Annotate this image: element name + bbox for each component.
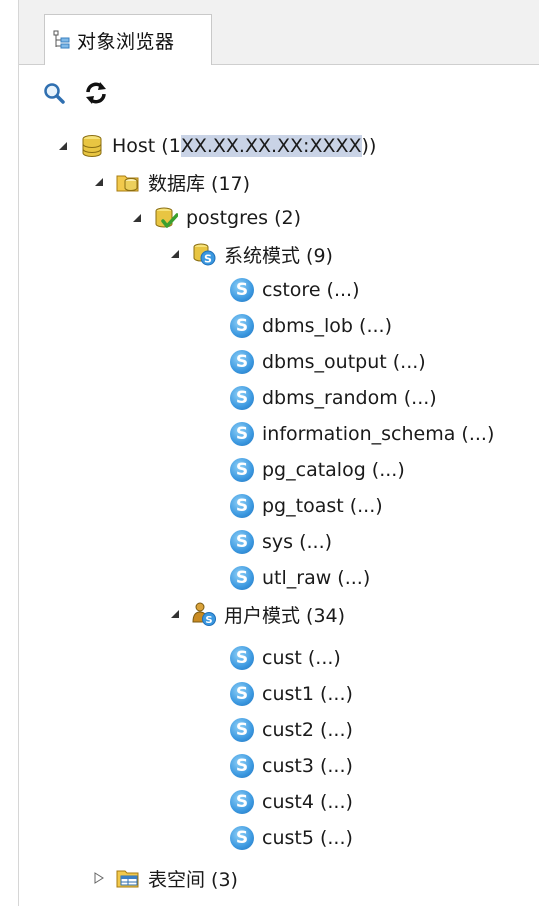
svg-text:S: S — [204, 253, 212, 266]
schema-icon: S — [230, 350, 254, 374]
schema-item[interactable]: S cust5 (...) — [230, 822, 353, 854]
tree-node-system-schemas[interactable]: S 系统模式 (9) — [168, 238, 333, 270]
schema-icon: S — [230, 646, 254, 670]
tab-strip: 对象浏览器 — [19, 0, 539, 65]
schema-label: cust2 (...) — [262, 719, 353, 741]
tree-node-user-schemas[interactable]: S 用户模式 (34) — [168, 598, 345, 630]
server-database-icon — [80, 134, 104, 158]
search-icon — [42, 81, 66, 109]
tree-node-tablespaces[interactable]: 表空间 (3) — [92, 862, 238, 894]
search-button[interactable] — [40, 81, 68, 109]
user-schema-icon: S — [192, 602, 216, 626]
user-schemas-label: 用户模式 (34) — [224, 604, 346, 627]
schema-label: cust5 (...) — [262, 827, 353, 849]
schema-label: cust (...) — [262, 647, 341, 669]
database-folder-icon — [116, 170, 140, 194]
system-schema-icon: S — [192, 242, 216, 266]
schema-item[interactable]: S dbms_random (...) — [230, 382, 437, 414]
schema-icon: S — [230, 458, 254, 482]
tree-view-icon — [53, 30, 71, 50]
schema-icon: S — [230, 278, 254, 302]
schema-label: utl_raw (...) — [262, 567, 371, 589]
toolbar — [40, 80, 124, 110]
schema-item[interactable]: S cust4 (...) — [230, 786, 353, 818]
schema-icon: S — [230, 314, 254, 338]
tree-node-postgres[interactable]: postgres (2) — [130, 202, 301, 234]
database-connected-icon — [154, 206, 178, 230]
schema-icon: S — [230, 826, 254, 850]
tablespaces-label: 表空间 (3) — [148, 868, 238, 891]
schema-label: dbms_random (...) — [262, 387, 437, 409]
schema-label: cust1 (...) — [262, 683, 353, 705]
schema-label: pg_catalog (...) — [262, 459, 405, 481]
schema-label: sys (...) — [262, 531, 333, 553]
schema-item[interactable]: S utl_raw (...) — [230, 562, 370, 594]
schema-item[interactable]: S cust (...) — [230, 642, 341, 674]
host-label-prefix: Host (1 — [112, 135, 181, 157]
host-address-masked: XX.XX.XX.XX:XXXX — [180, 135, 362, 157]
postgres-label: postgres (2) — [186, 207, 302, 229]
tab-object-browser[interactable]: 对象浏览器 — [44, 14, 212, 65]
schema-item[interactable]: S pg_toast (...) — [230, 490, 383, 522]
collapse-icon[interactable] — [92, 175, 106, 189]
schema-icon: S — [230, 530, 254, 554]
tab-label: 对象浏览器 — [77, 30, 175, 53]
collapse-icon[interactable] — [130, 211, 144, 225]
schema-item[interactable]: S pg_catalog (...) — [230, 454, 405, 486]
tree-node-databases[interactable]: 数据库 (17) — [92, 166, 250, 198]
collapse-icon[interactable] — [56, 139, 70, 153]
schema-icon: S — [230, 754, 254, 778]
system-schemas-label: 系统模式 (9) — [224, 244, 333, 267]
schema-item[interactable]: S information_schema (...) — [230, 418, 494, 450]
refresh-icon — [83, 80, 109, 110]
schema-item[interactable]: S cust1 (...) — [230, 678, 353, 710]
tree-node-host[interactable]: Host (1XX.XX.XX.XX:XXXX)) — [56, 130, 376, 162]
svg-text:S: S — [205, 615, 212, 626]
schema-label: cust3 (...) — [262, 755, 353, 777]
schema-icon: S — [230, 422, 254, 446]
schema-icon: S — [230, 790, 254, 814]
schema-label: cstore (...) — [262, 279, 360, 301]
expand-icon[interactable] — [92, 871, 106, 885]
schema-item[interactable]: S cust2 (...) — [230, 714, 353, 746]
schema-label: pg_toast (...) — [262, 495, 383, 517]
schema-icon: S — [230, 718, 254, 742]
schema-item[interactable]: S dbms_lob (...) — [230, 310, 392, 342]
schema-icon: S — [230, 566, 254, 590]
databases-label: 数据库 (17) — [148, 172, 251, 195]
schema-label: cust4 (...) — [262, 791, 353, 813]
schema-item[interactable]: S cstore (...) — [230, 274, 360, 306]
tablespace-folder-icon — [116, 866, 140, 890]
schema-item[interactable]: S dbms_output (...) — [230, 346, 426, 378]
refresh-button[interactable] — [82, 81, 110, 109]
schema-icon: S — [230, 494, 254, 518]
schema-item[interactable]: S cust3 (...) — [230, 750, 353, 782]
collapse-icon[interactable] — [168, 607, 182, 621]
schema-label: information_schema (...) — [262, 423, 495, 445]
schema-label: dbms_output (...) — [262, 351, 426, 373]
schema-icon: S — [230, 682, 254, 706]
schema-item[interactable]: S sys (...) — [230, 526, 332, 558]
panel-left-border — [18, 0, 19, 906]
object-browser-panel: 对象浏览器 Host (1XX.XX.XX.XX:XXXX)) 数据库 (17)… — [0, 0, 539, 906]
schema-label: dbms_lob (...) — [262, 315, 392, 337]
schema-icon: S — [230, 386, 254, 410]
host-label: Host (1XX.XX.XX.XX:XXXX)) — [112, 135, 376, 157]
host-label-suffix: )) — [361, 135, 377, 157]
collapse-icon[interactable] — [168, 247, 182, 261]
